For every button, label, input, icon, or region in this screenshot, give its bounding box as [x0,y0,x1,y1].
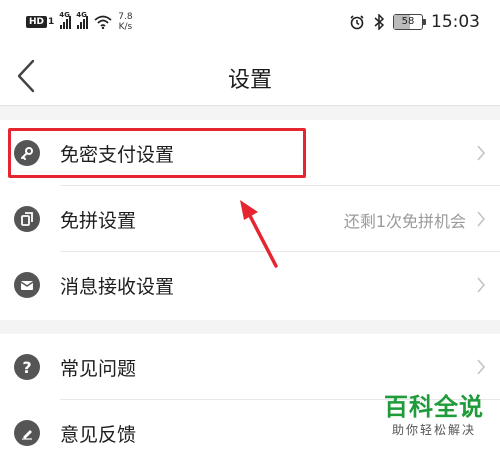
battery-icon: 58 [393,14,426,30]
coupon-icon [14,206,40,232]
highlight-box [8,128,306,178]
list-item-label: 消息接收设置 [60,276,175,298]
header: 设置 [0,46,500,106]
signal-icon-2: 4G [76,11,89,29]
battery-level: 58 [401,16,415,27]
list-item-value: 还剩1次免拼机会 [343,212,466,231]
chevron-right-icon [477,145,486,161]
watermark-subtitle: 助你轻松解决 [391,423,476,437]
list-item-faq[interactable]: ? 常见问题 [0,334,500,400]
bluetooth-icon [374,14,385,30]
status-bar: HD 1 4G 4G 7.8 K/s 58 15:03 [0,0,500,46]
chevron-right-icon [477,359,486,375]
list-item-label: 常见问题 [60,358,137,380]
status-left: HD 1 4G 4G 7.8 K/s [26,10,133,34]
network-speed: 7.8 K/s [118,12,132,32]
page-title: 设置 [227,68,272,93]
watermark: 百科全说 助你轻松解决 [380,392,488,438]
wifi-icon [94,15,112,29]
list-item-label: 免拼设置 [60,210,137,232]
watermark-title: 百科全说 [384,393,484,421]
envelope-icon [14,272,40,298]
list-item-label: 意见反馈 [60,424,137,446]
clock: 15:03 [431,12,480,32]
sim-label: 1 [48,17,55,27]
annotation-arrow-icon [240,200,278,268]
chevron-right-icon [477,211,486,227]
status-right: 58 15:03 [349,12,480,32]
speed-unit: K/s [118,22,133,32]
alarm-icon [350,15,364,30]
question-icon: ? [14,354,40,380]
hd-badge: HD [26,16,48,28]
pencil-icon [14,420,40,446]
signal-icon: 4G [59,11,72,29]
speed-value: 7.8 [118,12,133,22]
chevron-right-icon [477,277,486,293]
